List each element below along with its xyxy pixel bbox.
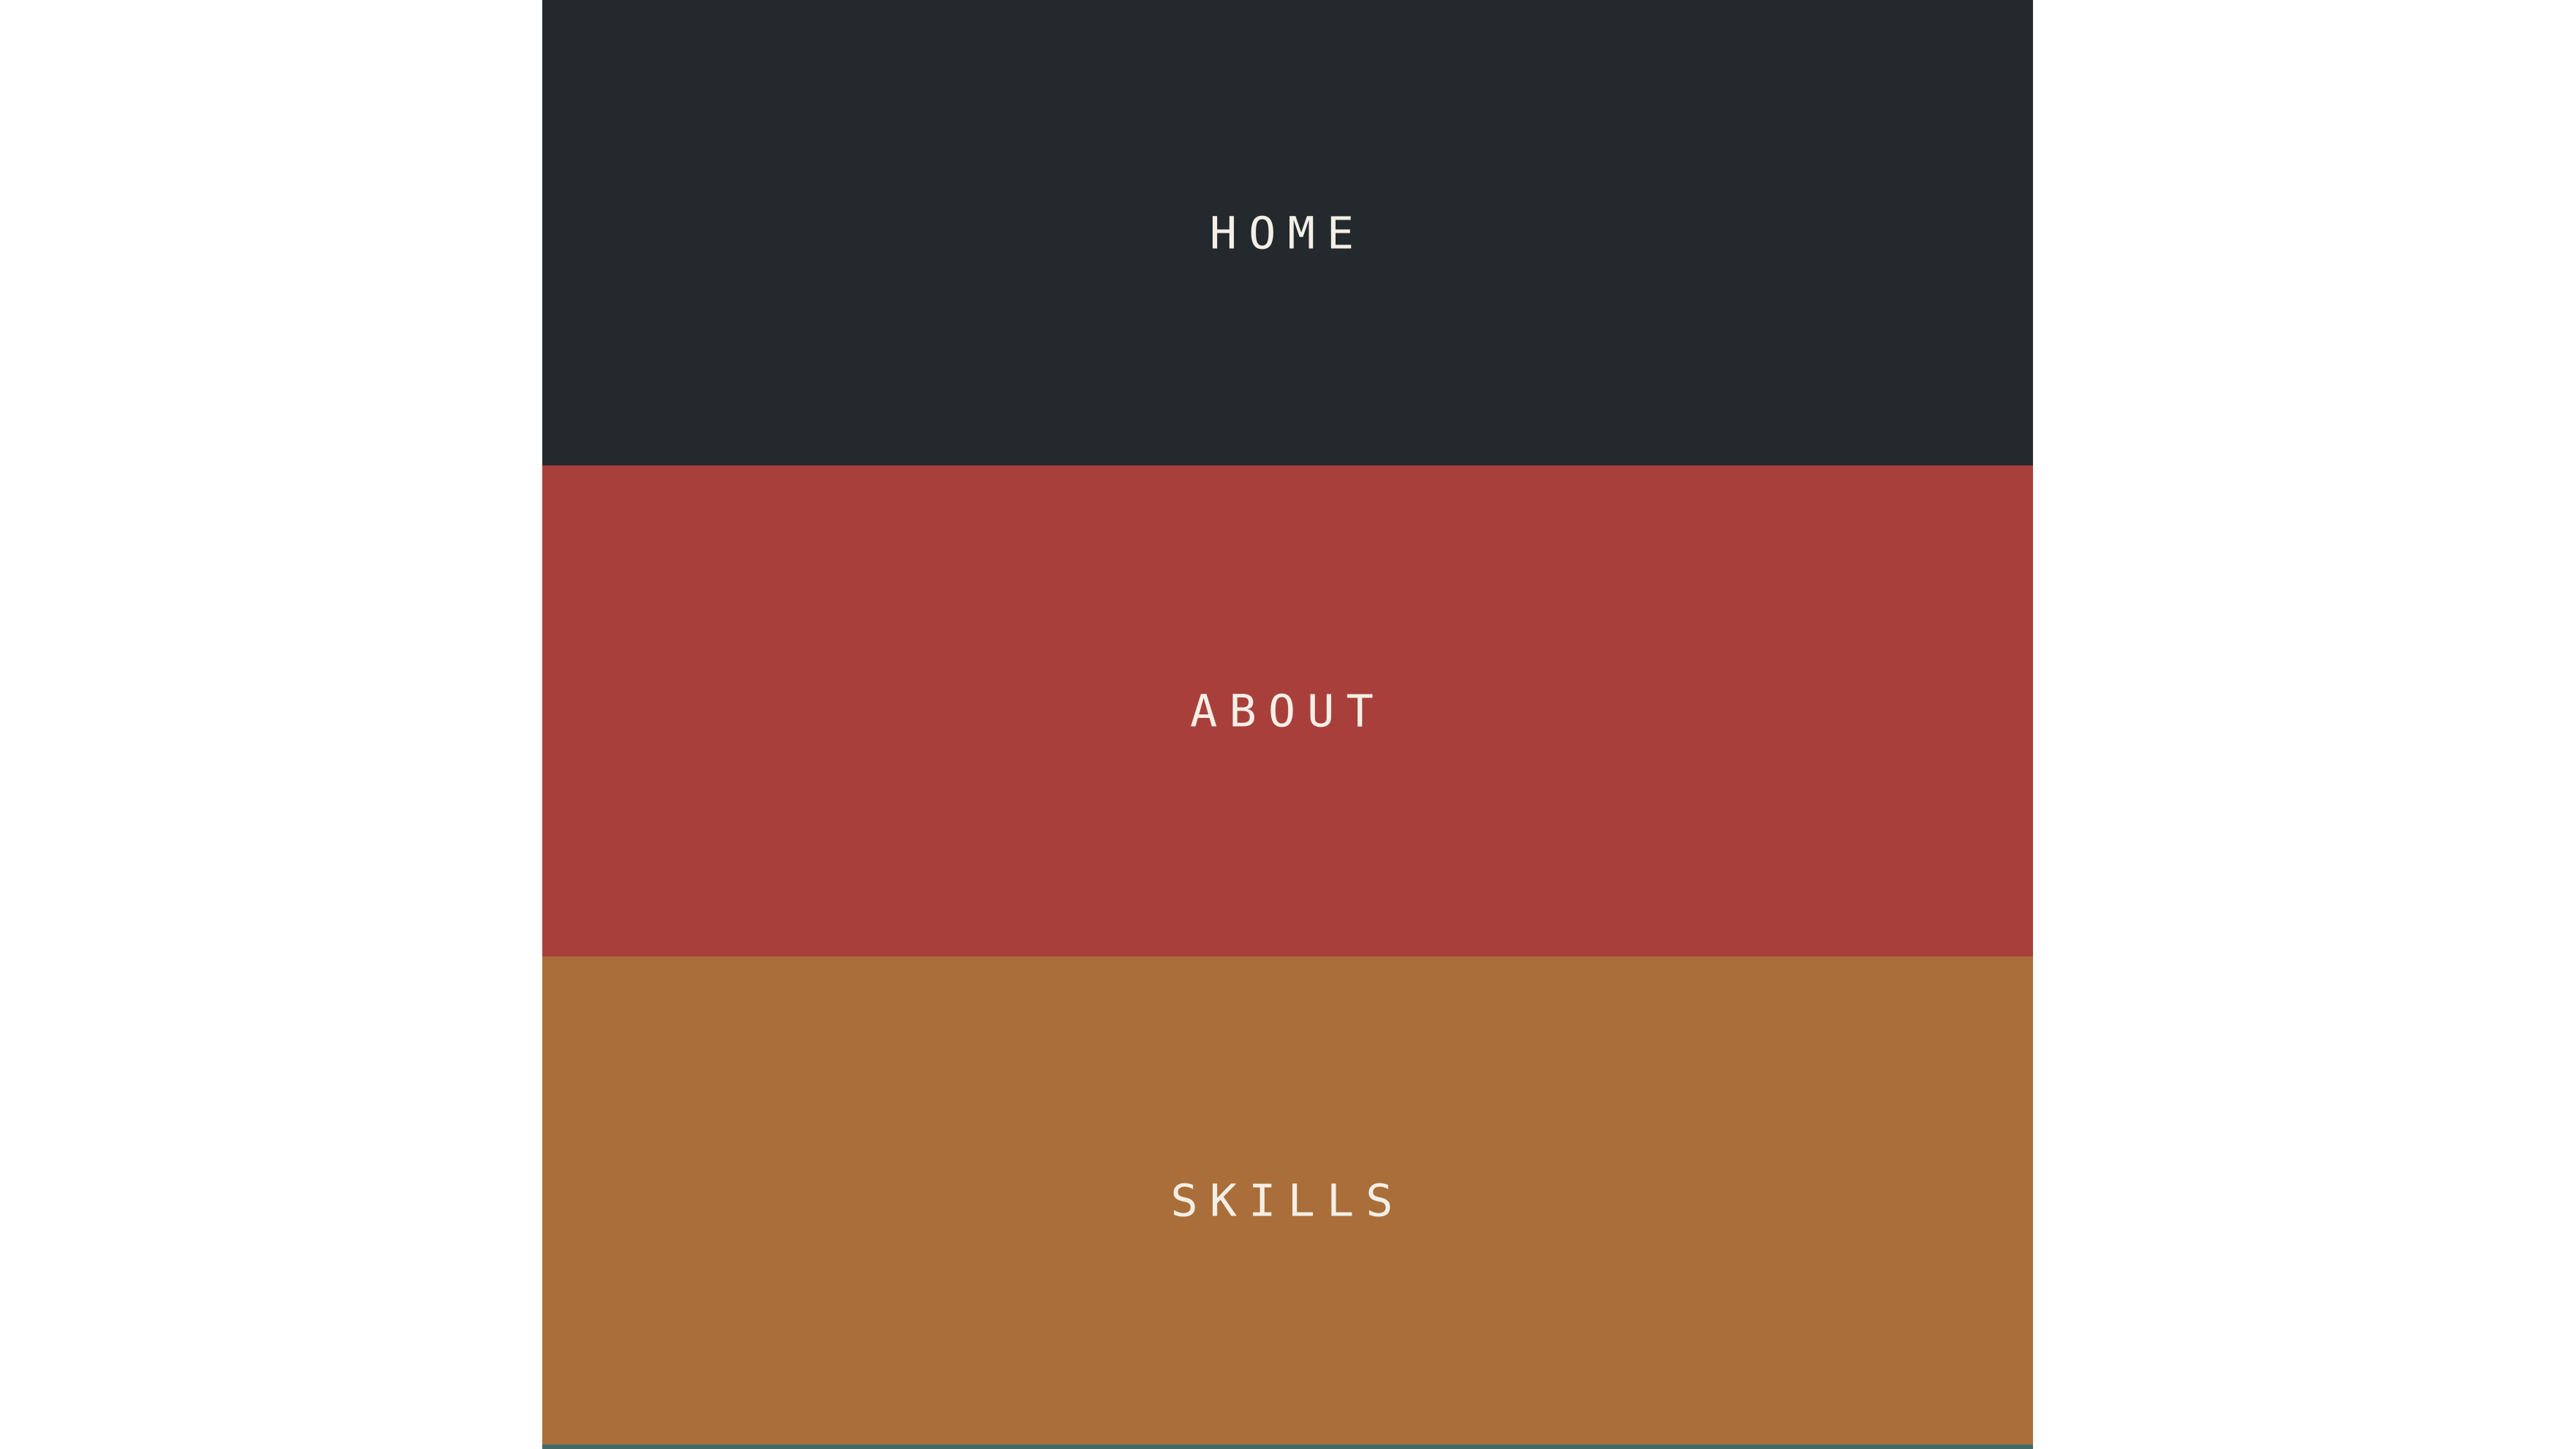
menu-item-about-label: ABOUT xyxy=(1190,684,1385,738)
menu-item-about[interactable]: ABOUT xyxy=(542,465,2033,956)
menu-item-home[interactable]: HOME xyxy=(542,0,2033,465)
menu-item-skills[interactable]: SKILLS xyxy=(542,956,2033,1445)
menu-item-home-label: HOME xyxy=(1209,206,1366,259)
menu-item-skills-label: SKILLS xyxy=(1170,1174,1405,1227)
page: HOME ABOUT SKILLS xyxy=(0,0,2576,1449)
next-menu-item-edge xyxy=(542,1445,2033,1449)
full-screen-nav-menu: HOME ABOUT SKILLS xyxy=(542,0,2033,1449)
